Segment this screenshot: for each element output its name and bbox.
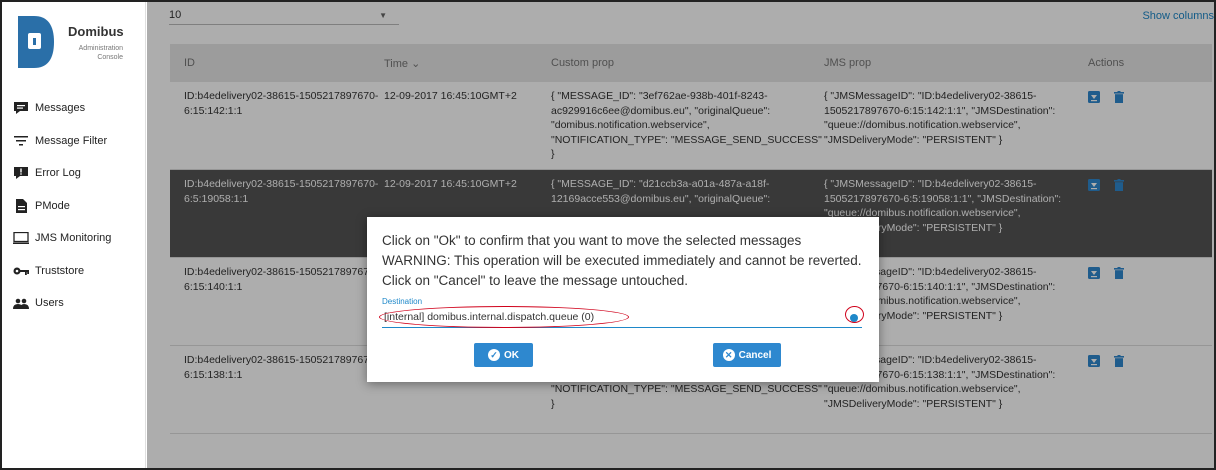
error-icon (12, 166, 30, 180)
sidebar-nav: Messages Message Filter Error Log PMode … (12, 92, 142, 320)
sidebar-item-label: Error Log (35, 167, 81, 180)
cancel-button[interactable]: ✕ Cancel (713, 343, 781, 367)
sidebar-item-label: Truststore (35, 264, 85, 277)
domibus-logo (18, 16, 54, 68)
highlight-circle (845, 306, 864, 323)
sidebar-item-label: Messages (35, 102, 86, 115)
sidebar-item-pmode[interactable]: PMode (12, 190, 142, 223)
sidebar-item-jms-monitoring[interactable]: JMS Monitoring (12, 222, 142, 255)
dialog-message: Click on "Ok" to confirm that you want t… (382, 231, 874, 291)
monitor-icon (12, 231, 30, 245)
users-icon (12, 296, 30, 310)
key-icon (12, 264, 30, 278)
sidebar-item-error-log[interactable]: Error Log (12, 157, 142, 190)
brand-name: Domibus (68, 24, 124, 39)
sidebar-item-users[interactable]: Users (12, 287, 142, 320)
destination-label: Destination (382, 297, 423, 306)
filter-icon (12, 134, 30, 148)
message-icon (12, 101, 30, 115)
dialog-line-cancel: Click on "Cancel" to leave the message u… (382, 273, 689, 288)
destination-select[interactable]: [internal] domibus.internal.dispatch.que… (379, 306, 864, 328)
file-icon (12, 198, 30, 213)
sidebar-item-messages[interactable]: Messages (12, 92, 142, 125)
sidebar-item-label: PMode (35, 199, 70, 212)
sidebar-item-label: JMS Monitoring (35, 232, 112, 245)
sidebar-item-label: Message Filter (35, 134, 108, 147)
sidebar-item-label: Users (35, 297, 64, 310)
ok-button-label: OK (504, 349, 519, 361)
ok-button[interactable]: ✓ OK (474, 343, 533, 367)
brand-subtitle: Administration Console (78, 45, 123, 61)
sidebar: Domibus Administration Console Messages … (2, 2, 146, 468)
close-icon: ✕ (722, 349, 735, 361)
dialog-line-confirm: Click on "Ok" to confirm that you want t… (382, 233, 802, 248)
cancel-button-label: Cancel (738, 349, 772, 361)
highlight-ellipse (379, 306, 629, 328)
sidebar-item-truststore[interactable]: Truststore (12, 255, 142, 288)
dialog-line-warning: WARNING: This operation will be executed… (382, 253, 862, 268)
sidebar-item-message-filter[interactable]: Message Filter (12, 125, 142, 158)
check-icon: ✓ (488, 349, 500, 361)
move-messages-dialog: Click on "Ok" to confirm that you want t… (367, 217, 879, 382)
